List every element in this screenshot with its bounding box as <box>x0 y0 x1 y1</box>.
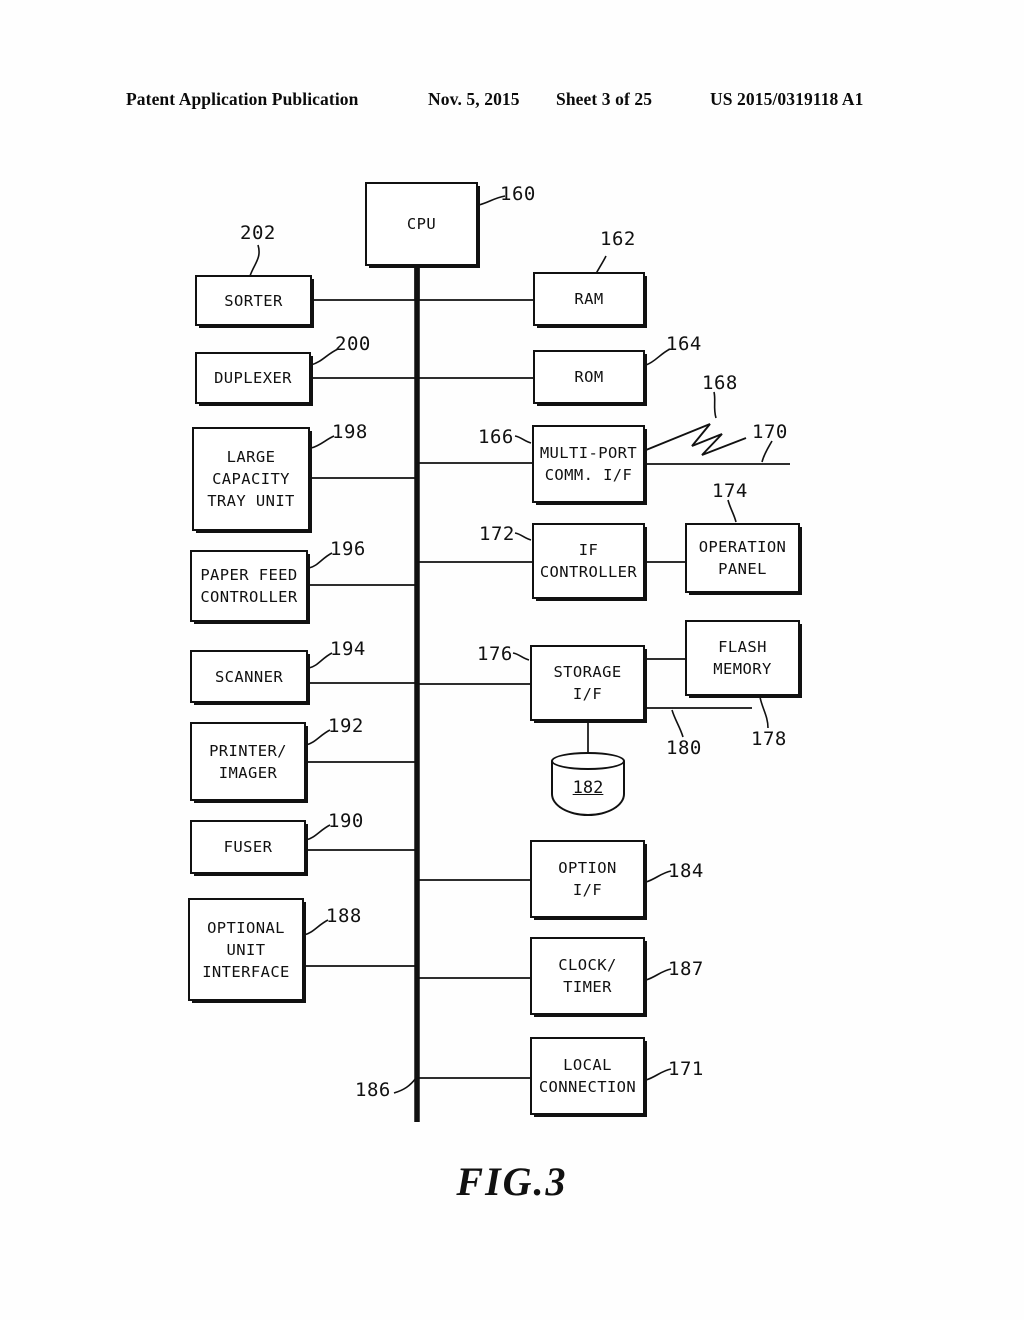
block-clock-timer[interactable]: CLOCK/ TIMER <box>530 937 645 1015</box>
block-fuser[interactable]: FUSER <box>190 820 306 874</box>
disk-reference-label: 182 <box>572 778 604 798</box>
block-multi-port-comm-if[interactable]: MULTI-PORT COMM. I/F <box>532 425 645 503</box>
block-optional-unit-interface[interactable]: OPTIONAL UNIT INTERFACE <box>188 898 304 1001</box>
ref-164-rom: 164 <box>666 333 702 355</box>
ref-162-ram: 162 <box>600 228 636 250</box>
ref-170-network-line: 170 <box>752 421 788 443</box>
ref-174-operation-panel: 174 <box>712 480 748 502</box>
block-large-capacity-tray-unit[interactable]: LARGE CAPACITY TRAY UNIT <box>192 427 310 531</box>
ref-187-clock-timer: 187 <box>668 958 704 980</box>
block-operation-panel[interactable]: OPERATION PANEL <box>685 523 800 593</box>
block-cpu[interactable]: CPU <box>365 182 478 266</box>
ref-186-system-bus: 186 <box>355 1079 391 1101</box>
ref-168-wireless-link: 168 <box>702 372 738 394</box>
block-duplexer[interactable]: DUPLEXER <box>195 352 311 404</box>
ref-178-flash-memory: 178 <box>751 728 787 750</box>
block-flash-memory[interactable]: FLASH MEMORY <box>685 620 800 696</box>
block-printer-imager[interactable]: PRINTER/ IMAGER <box>190 722 306 801</box>
ref-176-storage-if: 176 <box>477 643 513 665</box>
ref-202-sorter: 202 <box>240 222 276 244</box>
block-scanner[interactable]: SCANNER <box>190 650 308 703</box>
patent-page: Patent Application Publication Nov. 5, 2… <box>0 0 1024 1320</box>
ref-166-multi-port: 166 <box>478 426 514 448</box>
figure-caption: FIG.3 <box>456 1159 568 1204</box>
figure-3-block-diagram: CPU SORTER DUPLEXER LARGE CAPACITY TRAY … <box>0 0 1024 1320</box>
ref-172-if-controller: 172 <box>479 523 515 545</box>
ref-200-duplexer: 200 <box>335 333 371 355</box>
block-paper-feed-controller[interactable]: PAPER FEED CONTROLLER <box>190 550 308 622</box>
block-option-if[interactable]: OPTION I/F <box>530 840 645 918</box>
block-local-connection[interactable]: LOCAL CONNECTION <box>530 1037 645 1115</box>
ref-188-optional-unit: 188 <box>326 905 362 927</box>
ref-194-scanner: 194 <box>330 638 366 660</box>
ref-196-paper-feed: 196 <box>330 538 366 560</box>
ref-160-cpu: 160 <box>500 183 536 205</box>
block-storage-if[interactable]: STORAGE I/F <box>530 645 645 721</box>
storage-disk-cylinder[interactable]: 182 <box>551 752 625 816</box>
ref-180-storage-bus: 180 <box>666 737 702 759</box>
block-if-controller[interactable]: IF CONTROLLER <box>532 523 645 599</box>
block-rom[interactable]: ROM <box>533 350 645 404</box>
ref-190-fuser: 190 <box>328 810 364 832</box>
cylinder-top-ellipse <box>551 752 625 770</box>
block-sorter[interactable]: SORTER <box>195 275 312 326</box>
ref-198-large-tray: 198 <box>332 421 368 443</box>
ref-171-local-connection: 171 <box>668 1058 704 1080</box>
ref-184-option-if: 184 <box>668 860 704 882</box>
ref-192-printer: 192 <box>328 715 364 737</box>
block-ram[interactable]: RAM <box>533 272 645 326</box>
